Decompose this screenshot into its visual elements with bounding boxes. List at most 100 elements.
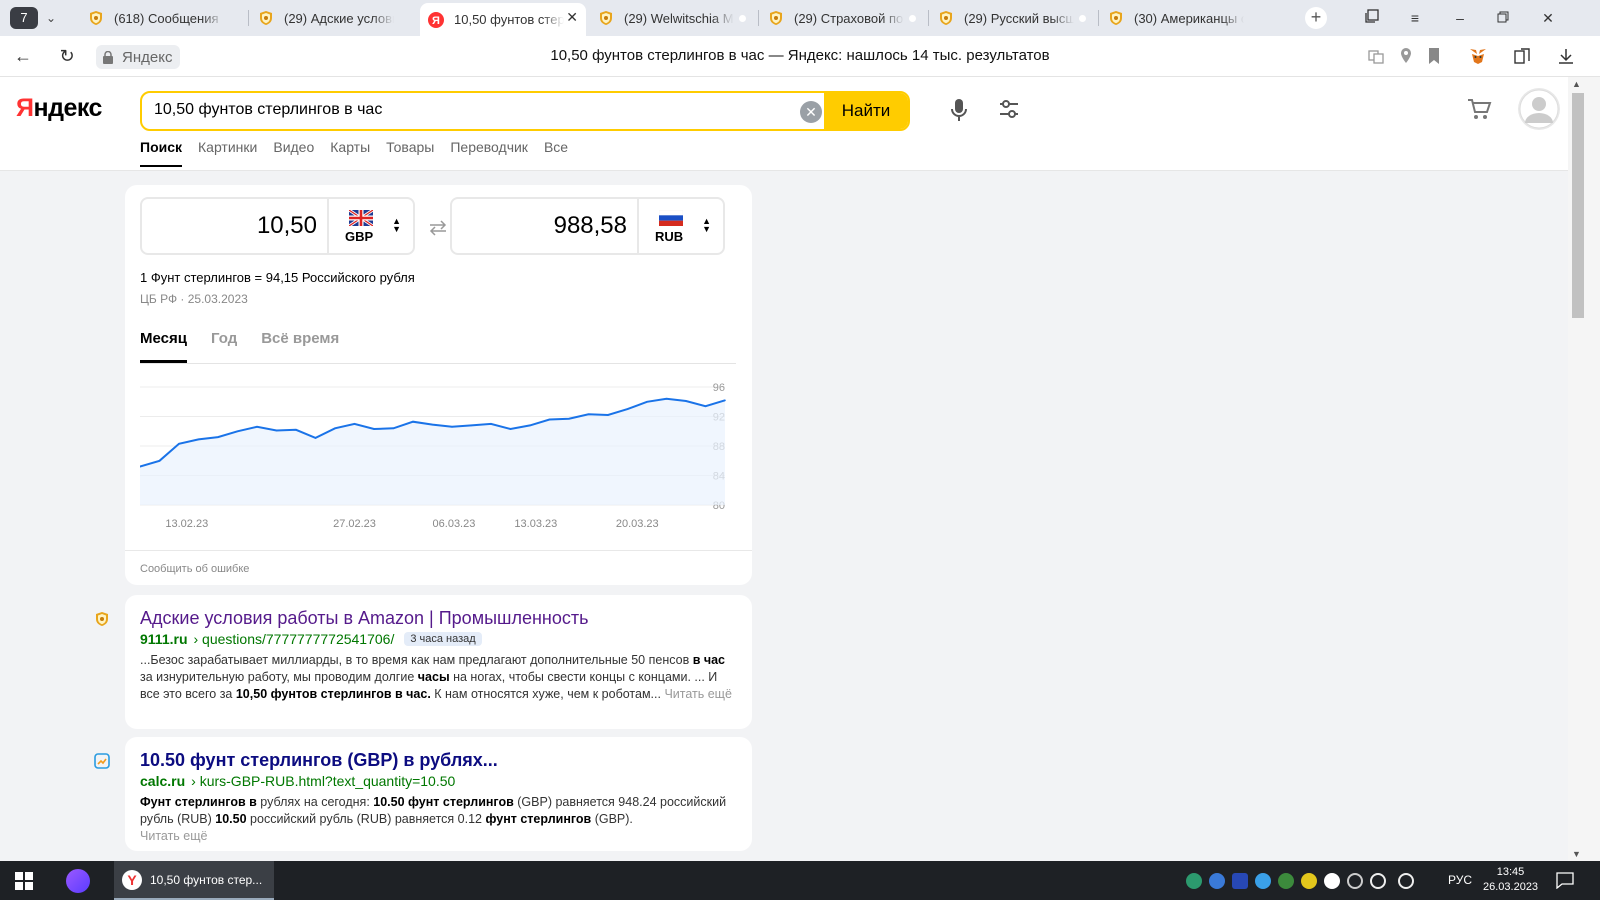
tab-separator xyxy=(248,10,249,26)
read-more-link[interactable]: Читать ещё xyxy=(140,829,207,843)
browser-tab[interactable]: (29) Welwitschia M xyxy=(590,3,756,33)
microphone-icon[interactable] xyxy=(948,97,970,123)
result-title-link[interactable]: 10.50 фунт стерлингов (GBP) в рублях... xyxy=(140,749,737,771)
tray-wifi-icon[interactable] xyxy=(1370,873,1386,889)
alice-assistant-icon[interactable] xyxy=(66,869,90,893)
yandex-browser-icon: Y xyxy=(122,869,142,890)
filters-icon[interactable] xyxy=(997,97,1021,121)
rate-source: ЦБ РФ · 25.03.2023 xyxy=(140,292,248,306)
tray-yandex-icon[interactable] xyxy=(1324,873,1340,889)
search-tab[interactable]: Карты xyxy=(330,139,370,167)
tray-green-icon[interactable] xyxy=(1278,873,1294,889)
data-point xyxy=(275,429,278,432)
result-url[interactable]: calc.ru › kurs-GBP-RUB.html?text_quantity… xyxy=(140,773,737,789)
user-avatar[interactable] xyxy=(1518,88,1560,130)
search-box: ✕ Найти xyxy=(140,91,910,131)
reload-icon[interactable]: ↻ xyxy=(56,45,78,67)
search-tab[interactable]: Картинки xyxy=(198,139,257,167)
period-tab[interactable]: Год xyxy=(211,326,237,363)
search-tab[interactable]: Переводчик xyxy=(450,139,528,167)
swap-icon[interactable] xyxy=(427,219,449,237)
translate-icon[interactable] xyxy=(1366,46,1386,66)
close-tab-icon[interactable]: ✕ xyxy=(566,9,578,26)
notifications-icon[interactable] xyxy=(1556,872,1574,889)
data-point xyxy=(412,420,414,423)
tray-volume-icon[interactable] xyxy=(1398,873,1414,889)
result-path[interactable]: › kurs-GBP-RUB.html?text_quantity=10.50 xyxy=(191,773,455,789)
metamask-fox-icon[interactable] xyxy=(1468,46,1488,66)
scroll-up-icon[interactable]: ▲ xyxy=(1572,79,1581,89)
system-clock[interactable]: 13:45 26.03.2023 xyxy=(1483,865,1538,895)
bookmark-icon[interactable] xyxy=(1424,46,1444,66)
result-domain[interactable]: calc.ru xyxy=(140,773,185,789)
tray-sync-icon[interactable] xyxy=(1209,873,1225,889)
period-tab[interactable]: Всё время xyxy=(261,326,339,363)
browser-tab[interactable]: Я 10,50 фунтов стерл ✕ xyxy=(420,3,586,36)
scroll-down-icon[interactable]: ▼ xyxy=(1572,849,1581,859)
from-amount-input[interactable]: 10,50 xyxy=(257,199,317,253)
tray-app-icon[interactable] xyxy=(1232,873,1248,889)
browser-tab[interactable]: (29) Адские условия р xyxy=(250,3,416,33)
period-tab[interactable]: Месяц xyxy=(140,326,187,363)
result-domain[interactable]: 9111.ru xyxy=(140,631,188,647)
yandex-logo[interactable]: Яндекс xyxy=(16,94,102,123)
location-icon[interactable] xyxy=(1396,46,1416,66)
search-tab[interactable]: Поиск xyxy=(140,139,183,167)
find-button[interactable]: Найти xyxy=(824,93,908,129)
new-tab-button[interactable]: + xyxy=(1305,7,1327,29)
data-point xyxy=(197,438,200,441)
browser-tab[interactable]: (29) Русский высш xyxy=(930,3,1096,33)
search-result: Адские условия работы в Amazon | Промышл… xyxy=(125,595,752,729)
tab-title: (29) Русский высш xyxy=(964,10,1074,26)
site-chip[interactable]: Яндекс xyxy=(96,45,181,69)
to-amount-input[interactable]: 988,58 xyxy=(554,199,627,253)
tray-mic-icon[interactable] xyxy=(1347,873,1363,889)
browser-tab[interactable]: (30) Американцы о Г xyxy=(1100,3,1266,33)
windows-start-icon[interactable] xyxy=(14,871,34,891)
taskbar-browser-app[interactable]: Y 10,50 фунтов стер... xyxy=(114,861,274,900)
data-point xyxy=(178,442,180,445)
data-point xyxy=(685,400,687,402)
result-title-link[interactable]: Адские условия работы в Amazon | Промышл… xyxy=(140,607,737,629)
result-path[interactable]: › questions/7777777772541706/ xyxy=(194,631,395,647)
clear-search-icon[interactable]: ✕ xyxy=(800,101,822,123)
page-title[interactable]: 10,50 фунтов стерлингов в час — Яндекс: … xyxy=(420,47,1180,64)
unread-dot-icon xyxy=(1079,15,1086,22)
language-indicator[interactable]: РУС xyxy=(1448,873,1472,887)
result-url[interactable]: 9111.ru › questions/7777777772541706/3 ча… xyxy=(140,631,737,647)
search-tab[interactable]: Товары xyxy=(386,139,434,167)
to-currency-select[interactable]: RUB ▲ ▼ xyxy=(637,199,723,253)
download-icon[interactable] xyxy=(1556,46,1576,66)
report-error-link[interactable]: Сообщить об ошибке xyxy=(140,563,249,575)
search-input[interactable] xyxy=(154,101,774,119)
search-tab[interactable]: Видео xyxy=(273,139,314,167)
extensions-icon[interactable] xyxy=(1512,46,1532,66)
tab-count-button[interactable]: 7 xyxy=(10,7,38,29)
scroll-thumb[interactable] xyxy=(1572,93,1584,318)
data-point xyxy=(256,426,258,428)
back-icon[interactable]: ← xyxy=(12,45,34,67)
tray-yellow-icon[interactable] xyxy=(1301,873,1317,889)
page-scrollbar[interactable]: ▲ ▼ xyxy=(1568,77,1600,861)
from-currency-select[interactable]: GBP ▲ ▼ xyxy=(327,199,413,253)
browser-tab[interactable]: (618) Сообщения xyxy=(80,3,246,33)
close-window-icon[interactable]: ✕ xyxy=(1538,8,1558,28)
from-currency-code: GBP xyxy=(345,229,374,244)
browser-tab[interactable]: (29) Страховой по xyxy=(760,3,926,33)
tray-bolt-icon[interactable] xyxy=(1255,873,1271,889)
tabs-dropdown-icon[interactable]: ⌄ xyxy=(40,7,62,29)
search-tab[interactable]: Все xyxy=(544,139,568,167)
tab-title: (618) Сообщения xyxy=(114,10,219,26)
data-point xyxy=(451,426,453,428)
results-area: 10,50 GBP ▲ ▼ 988,58 RUB ▲ ▼ 1 Фунт стерли… xyxy=(0,171,1568,861)
yandex-icon: Я xyxy=(428,11,444,28)
data-point xyxy=(724,399,726,402)
read-more-link[interactable]: Читать ещё xyxy=(664,687,731,701)
menu-icon[interactable]: ≡ xyxy=(1405,8,1425,28)
svg-text:Я: Я xyxy=(432,15,440,27)
minimize-icon[interactable]: – xyxy=(1450,8,1470,28)
collections-icon[interactable] xyxy=(1362,8,1382,28)
cart-icon[interactable] xyxy=(1466,97,1492,121)
restore-icon[interactable] xyxy=(1493,8,1513,28)
tray-vpn-icon[interactable] xyxy=(1186,873,1202,889)
